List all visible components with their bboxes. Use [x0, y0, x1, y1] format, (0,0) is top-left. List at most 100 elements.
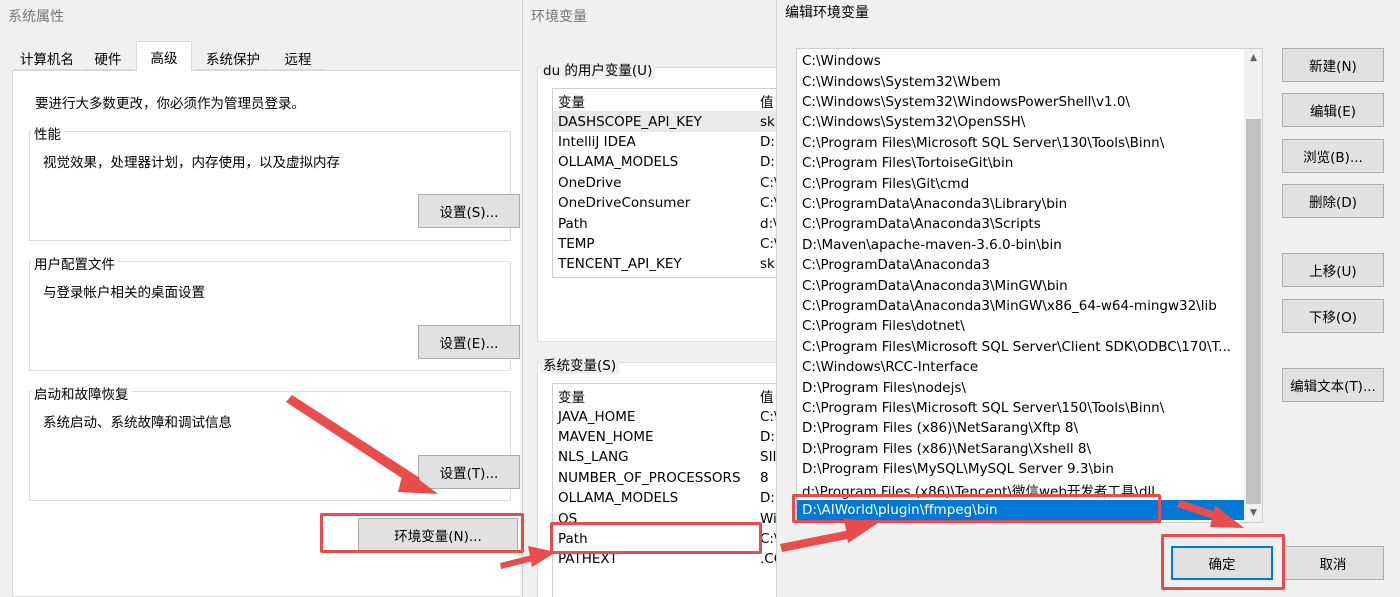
var-value: D: [760, 428, 775, 445]
tab-system-protection[interactable]: 系统保护 [196, 46, 270, 70]
table-row[interactable]: OLLAMA_MODELS D: [553, 488, 776, 508]
scrollbar-thumb[interactable] [1246, 119, 1261, 504]
header-value: 值 [760, 95, 774, 112]
var-value: .CO [760, 551, 776, 568]
browse-button[interactable]: 浏览(B)... [1282, 139, 1384, 173]
edit-button[interactable]: 编辑(E) [1282, 93, 1384, 127]
header-name: 变量 [558, 95, 585, 112]
path-item[interactable]: d:\Program Files (x86)\Tencent\微信web开发者工… [797, 479, 1244, 500]
startup-settings-button[interactable]: 设置(T)... [418, 455, 520, 489]
path-item[interactable]: C:\ProgramData\Anaconda3\Scripts [797, 214, 1244, 234]
performance-label: 性能 [31, 123, 64, 143]
chevron-down-icon[interactable]: ▼ [1244, 504, 1262, 522]
path-item[interactable]: C:\Windows [797, 51, 1244, 71]
window-title: 编辑环境变量 [785, 5, 869, 21]
path-item[interactable]: C:\ProgramData\Anaconda3\MinGW\bin [797, 275, 1244, 295]
tab-remote[interactable]: 远程 [272, 46, 324, 70]
table-row[interactable]: NLS_LANG SII [553, 447, 776, 467]
window-title: 系统属性 [8, 9, 64, 25]
path-item[interactable]: C:\Program Files\Microsoft SQL Server\13… [797, 133, 1244, 153]
tab-advanced[interactable]: 高级 [136, 41, 192, 71]
environment-variables-window: 环境变量 du 的用户变量(U) 变量 值 DASHSCOPE_API_KEY s… [522, 0, 776, 597]
var-value: 8 [760, 469, 769, 486]
var-name: IntelliJ IDEA [558, 133, 636, 150]
var-name: Path [558, 215, 588, 232]
path-item[interactable]: C:\Program Files\Microsoft SQL Server\Cl… [797, 337, 1244, 357]
path-item[interactable]: D:\Maven\apache-maven-3.6.0-bin\bin [797, 235, 1244, 255]
path-item[interactable]: D:\Program Files\MySQL\MySQL Server 9.3\… [797, 459, 1244, 479]
path-item[interactable]: D:\Program Files (x86)\NetSarang\Xshell … [797, 439, 1244, 459]
admin-notice: 要进行大多数更改，你必须作为管理员登录。 [35, 96, 305, 112]
var-value: D: [760, 133, 775, 150]
chevron-up-icon[interactable]: ▲ [1244, 49, 1262, 67]
var-value: d:\ [760, 215, 776, 232]
ok-button[interactable]: 确定 [1171, 546, 1273, 580]
var-value: C:\ [760, 195, 776, 212]
table-row[interactable]: Path d:\ [553, 213, 776, 233]
tab-computer-name[interactable]: 计算机名 [14, 46, 80, 70]
path-item[interactable]: C:\Program Files\dotnet\ [797, 316, 1244, 336]
cancel-button[interactable]: 取消 [1282, 546, 1384, 580]
table-row[interactable]: JAVA_HOME C:\ [553, 406, 776, 426]
var-value: C:\ [760, 530, 776, 547]
path-item[interactable]: D:\Program Files (x86)\NetSarang\Xftp 8\ [797, 418, 1244, 438]
path-list[interactable]: C:\Windows C:\Windows\System32\Wbem C:\Win… [796, 48, 1263, 523]
path-item[interactable]: C:\Program Files\Microsoft SQL Server\15… [797, 398, 1244, 418]
table-row[interactable]: OLLAMA_MODELS D: [553, 152, 776, 172]
path-list-scrollbar[interactable]: ▲ ▼ [1244, 49, 1262, 522]
table-row[interactable]: PATHEXT .CO [553, 549, 776, 569]
table-row[interactable]: DASHSCOPE_API_KEY sk [553, 111, 776, 132]
startup-recovery-desc: 系统启动、系统故障和调试信息 [43, 415, 232, 431]
path-item[interactable]: C:\Windows\System32\WindowsPowerShell\v1… [797, 92, 1244, 112]
var-name: OneDriveConsumer [558, 195, 691, 212]
header-value: 值 [760, 390, 774, 407]
user-vars-header: 变量 值 [553, 91, 776, 111]
var-name: OS [558, 510, 578, 527]
table-row[interactable]: MAVEN_HOME D: [553, 427, 776, 447]
var-name: OLLAMA_MODELS [558, 490, 679, 507]
table-row[interactable]: OneDriveConsumer C:\ [553, 193, 776, 213]
path-item[interactable]: C:\Program Files\TortoiseGit\bin [797, 153, 1244, 173]
performance-desc: 视觉效果，处理器计划，内存使用，以及虚拟内存 [43, 155, 340, 171]
var-value: D: [760, 154, 775, 171]
table-row[interactable]: OneDrive C:\ [553, 173, 776, 193]
table-row[interactable]: OS Wi [553, 508, 776, 528]
user-profile-desc: 与登录帐户相关的桌面设置 [43, 285, 205, 301]
var-value: C:\ [760, 174, 776, 191]
path-item[interactable]: C:\Program Files\Git\cmd [797, 173, 1244, 193]
path-item[interactable]: C:\Windows\RCC-Interface [797, 357, 1244, 377]
tab-hardware[interactable]: 硬件 [82, 46, 134, 70]
user-profile-settings-button[interactable]: 设置(E)... [418, 325, 520, 359]
edit-text-button[interactable]: 编辑文本(T)... [1282, 368, 1384, 402]
path-item[interactable]: C:\ProgramData\Anaconda3\Library\bin [797, 194, 1244, 214]
var-name: OLLAMA_MODELS [558, 154, 679, 171]
var-name: JAVA_HOME [558, 408, 636, 425]
user-vars-list[interactable]: 变量 值 DASHSCOPE_API_KEY sk IntelliJ IDEA D:… [552, 88, 776, 278]
table-row[interactable]: NUMBER_OF_PROCESSORS 8 [553, 468, 776, 488]
var-name: Path [558, 530, 588, 547]
path-item[interactable]: C:\ProgramData\Anaconda3 [797, 255, 1244, 275]
table-row[interactable]: TEMP C:\ [553, 234, 776, 254]
table-row-path[interactable]: Path C:\ [553, 529, 776, 549]
path-item[interactable]: C:\ProgramData\Anaconda3\MinGW\x86_64-w6… [797, 296, 1244, 316]
system-vars-label: 系统变量(S) [540, 354, 620, 374]
move-up-button[interactable]: 上移(U) [1282, 253, 1384, 287]
var-name: NLS_LANG [558, 449, 629, 466]
var-value: Wi [760, 510, 776, 527]
var-name: DASHSCOPE_API_KEY [558, 113, 702, 130]
new-button[interactable]: 新建(N) [1282, 48, 1384, 82]
path-item-selected[interactable]: D:\AIWorld\plugin\ffmpeg\bin [797, 499, 1244, 521]
var-value: sk [760, 256, 775, 273]
system-vars-list[interactable]: 变量 值 JAVA_HOME C:\ MAVEN_HOME D: NLS_LANG S… [552, 383, 776, 597]
table-row[interactable]: IntelliJ IDEA D: [553, 132, 776, 152]
header-name: 变量 [558, 390, 585, 407]
environment-variables-button[interactable]: 环境变量(N)... [358, 518, 518, 552]
path-item[interactable]: C:\Windows\System32\Wbem [797, 71, 1244, 91]
path-item[interactable]: D:\Program Files\nodejs\ [797, 377, 1244, 397]
performance-settings-button[interactable]: 设置(S)... [418, 194, 520, 228]
move-down-button[interactable]: 下移(O) [1282, 299, 1384, 333]
table-row[interactable]: TENCENT_API_KEY sk [553, 254, 776, 274]
delete-button[interactable]: 删除(D) [1282, 184, 1384, 218]
path-item[interactable]: C:\Windows\System32\OpenSSH\ [797, 112, 1244, 132]
var-name: TENCENT_API_KEY [558, 256, 682, 273]
